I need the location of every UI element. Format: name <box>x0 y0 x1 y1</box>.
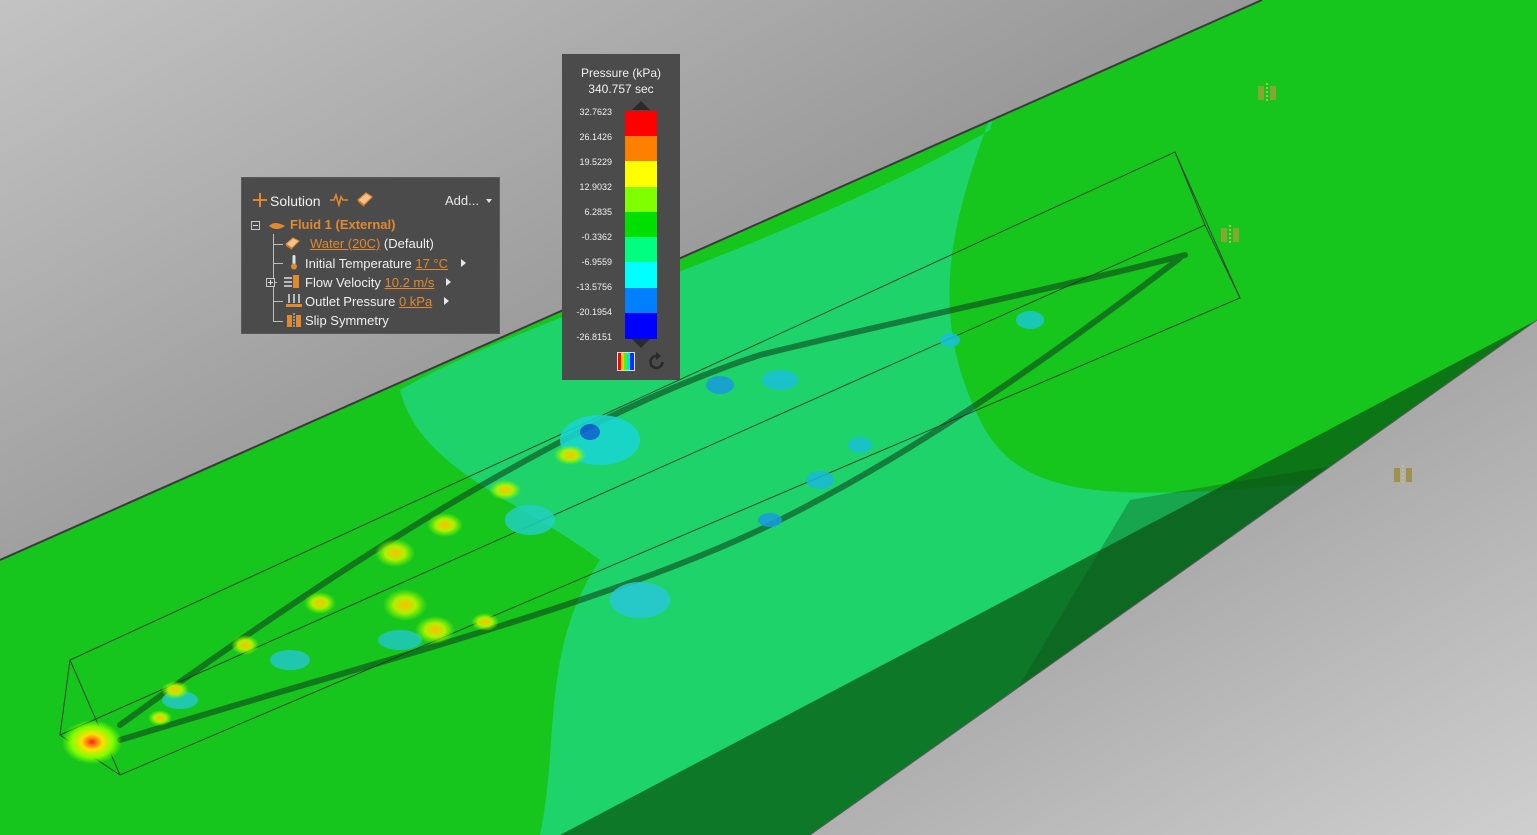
legend-tick-label: -13.5756 <box>576 282 612 292</box>
legend-color-band <box>625 211 657 238</box>
expand-toggle[interactable] <box>266 278 275 287</box>
outlet-pressure-value[interactable]: 0 kPa <box>399 294 432 309</box>
legend-tick-label: -0.3362 <box>581 232 612 242</box>
legend-color-band <box>625 262 657 289</box>
simulation-viewport[interactable] <box>0 0 1537 835</box>
flow-velocity-value[interactable]: 10.2 m/s <box>385 275 435 290</box>
tree-line <box>273 301 283 302</box>
legend-tick-label: 26.1426 <box>579 132 612 142</box>
play-icon[interactable] <box>461 259 466 267</box>
material-icon <box>285 237 300 250</box>
initial-temperature-value[interactable]: 17 °C <box>415 256 448 271</box>
slip-symmetry-node[interactable]: Slip Symmetry <box>305 311 389 330</box>
legend-color-band <box>625 287 657 314</box>
outlet-pressure-label: Outlet Pressure <box>305 294 396 309</box>
legend-color-band <box>625 136 657 163</box>
chevron-down-icon[interactable] <box>486 199 492 203</box>
fluid-icon <box>269 223 285 229</box>
tree-line <box>273 321 283 322</box>
initial-temperature-label: Initial Temperature <box>305 256 412 271</box>
collapse-toggle[interactable] <box>251 221 260 230</box>
slip-symmetry-icon <box>287 313 301 328</box>
thermometer-icon <box>291 255 297 270</box>
solution-label[interactable]: Solution <box>270 193 321 209</box>
results-icon[interactable] <box>356 191 374 207</box>
legend-title: Pressure (kPa) <box>580 66 662 80</box>
slip-symmetry-label: Slip Symmetry <box>305 313 389 328</box>
probe-icon[interactable] <box>330 193 348 207</box>
fluid-node[interactable]: Fluid 1 (External) <box>290 215 395 234</box>
flow-velocity-node[interactable]: Flow Velocity 10.2 m/s <box>305 273 434 292</box>
play-icon[interactable] <box>446 278 451 286</box>
legend-color-band <box>625 312 657 339</box>
tree-line <box>273 263 283 264</box>
legend-tick-label: 12.9032 <box>579 182 612 192</box>
play-icon[interactable] <box>444 297 449 305</box>
material-node[interactable]: Water (20C) (Default) <box>310 234 434 253</box>
legend-color-scale[interactable] <box>625 111 657 339</box>
flow-velocity-label: Flow Velocity <box>305 275 381 290</box>
legend-tick-label: -20.1954 <box>576 307 612 317</box>
legend-color-band <box>625 111 657 137</box>
material-link[interactable]: Water (20C) <box>310 236 380 251</box>
legend-tick-label: -6.9559 <box>581 257 612 267</box>
symmetry-marker-icon[interactable] <box>1218 224 1242 246</box>
legend-tick-label: -26.8151 <box>576 332 612 342</box>
add-button[interactable]: Add... <box>445 193 479 208</box>
pressure-legend[interactable]: Pressure (kPa) 340.757 sec 32.7623 26.142… <box>562 54 680 380</box>
outlet-pressure-icon <box>286 294 302 307</box>
legend-tick-label: 19.5229 <box>579 157 612 167</box>
legend-color-band <box>625 237 657 264</box>
legend-tick-label: 6.2835 <box>584 207 612 217</box>
symmetry-marker-icon[interactable] <box>1255 82 1279 104</box>
reset-icon[interactable] <box>647 352 667 372</box>
legend-max-arrow-icon[interactable] <box>632 101 650 110</box>
fluid-label: Fluid 1 (External) <box>290 217 396 232</box>
legend-color-band <box>625 161 657 188</box>
color-palette-icon[interactable] <box>617 352 635 371</box>
tree-line <box>273 244 283 245</box>
solution-tree-panel: Solution Add... Fluid 1 (External) Water… <box>241 177 500 334</box>
flow-velocity-icon <box>284 275 299 288</box>
outlet-pressure-node[interactable]: Outlet Pressure 0 kPa <box>305 292 432 311</box>
legend-tick-label: 32.7623 <box>579 107 612 117</box>
legend-time: 340.757 sec <box>588 82 654 96</box>
legend-color-band <box>625 186 657 213</box>
symmetry-marker-icon[interactable] <box>1391 464 1415 486</box>
legend-min-arrow-icon[interactable] <box>632 339 650 348</box>
plus-icon[interactable] <box>253 193 267 207</box>
material-default-label: (Default) <box>380 236 434 251</box>
initial-temperature-node[interactable]: Initial Temperature 17 °C <box>305 254 448 273</box>
